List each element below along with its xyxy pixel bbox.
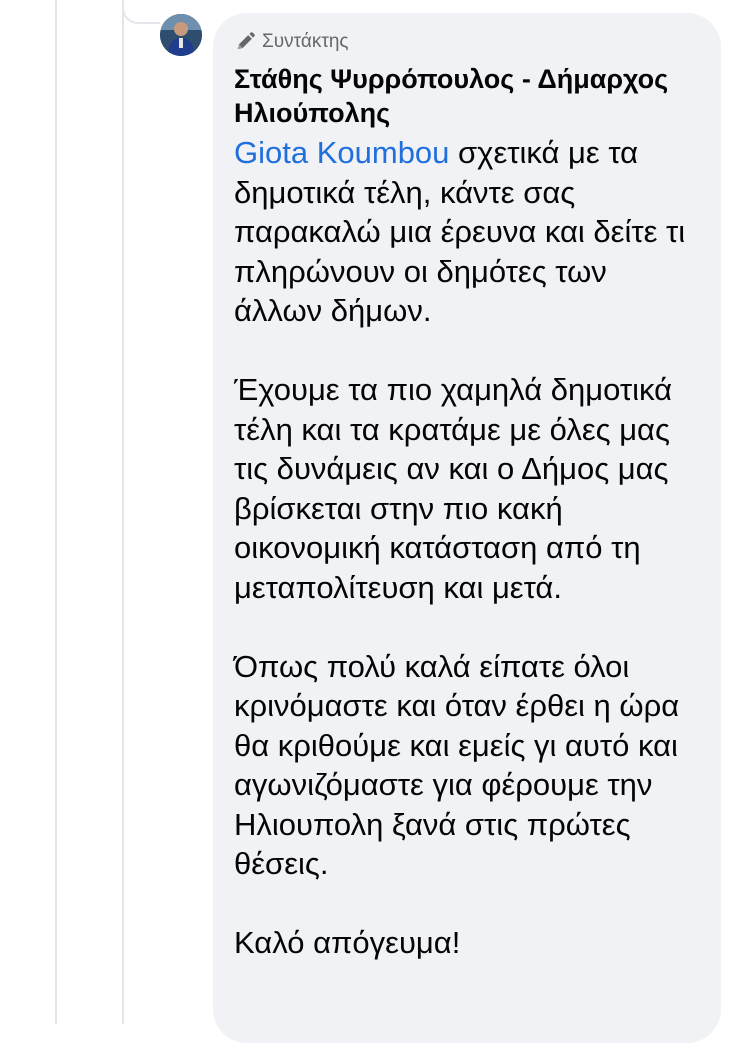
thread-connector bbox=[122, 0, 160, 24]
comment-text: Giota Koumbou σχετικά με τα δημοτικά τέλ… bbox=[234, 133, 701, 963]
author-role-label: Συντάκτης bbox=[262, 31, 349, 52]
avatar[interactable] bbox=[160, 14, 202, 56]
thread-line-outer bbox=[55, 0, 57, 1024]
comment-paragraph: Giota Koumbou σχετικά με τα δημοτικά τέλ… bbox=[234, 133, 701, 331]
author-role-badge: Συντάκτης bbox=[234, 30, 701, 54]
comment-paragraph: Καλό απόγευμα! bbox=[234, 925, 461, 960]
comment-paragraph: Έχουμε τα πιο χαμηλά δημοτικά τέλη και τ… bbox=[234, 372, 673, 605]
pencil-icon bbox=[237, 32, 255, 50]
comment-bubble: Συντάκτης Στάθης Ψυρρόπουλος - Δήμαρχος … bbox=[213, 13, 721, 1043]
mention-link[interactable]: Giota Koumbou bbox=[234, 135, 449, 170]
avatar-photo bbox=[160, 14, 202, 56]
thread-line-inner bbox=[122, 0, 124, 1024]
comment-paragraph: Όπως πολύ καλά είπατε όλοι κρινόμαστε κα… bbox=[234, 648, 680, 882]
comment-author-name[interactable]: Στάθης Ψυρρόπουλος - Δήμαρχος Ηλιούπολης bbox=[234, 62, 701, 130]
